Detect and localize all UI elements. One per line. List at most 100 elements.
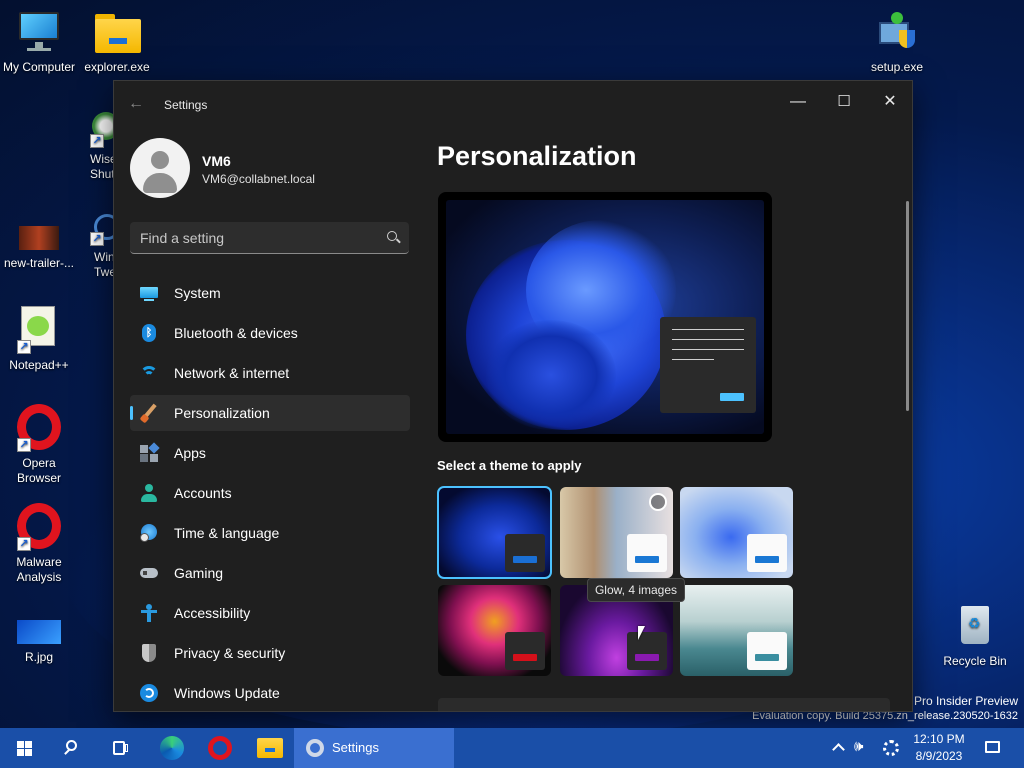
notification-icon — [985, 741, 1000, 753]
back-arrow-icon[interactable]: ← — [128, 95, 144, 113]
avatar[interactable] — [130, 138, 190, 198]
desktop-icon-label: Shut — [90, 167, 115, 181]
mouse-cursor — [638, 626, 645, 640]
update-icon — [140, 684, 158, 702]
sidebar-item-apps[interactable]: Apps — [130, 435, 410, 471]
sidebar-nav: System ᛒ Bluetooth & devices Network & i… — [130, 275, 410, 711]
sidebar-item-network[interactable]: Network & internet — [130, 355, 410, 391]
taskbar-settings-label: Settings — [332, 740, 379, 755]
shortcut-arrow-icon: ↗ — [17, 340, 31, 354]
desktop-icon-label: Notepad++ — [9, 358, 69, 372]
recycle-bin-icon: ♻ — [951, 602, 999, 650]
folder-icon — [93, 8, 141, 56]
accessibility-icon — [140, 604, 158, 622]
search-icon[interactable] — [387, 231, 397, 241]
content-scrollbar[interactable] — [906, 201, 909, 411]
title-bar[interactable]: ← Settings — ☐ ✕ — [114, 81, 912, 129]
theme-tile-windows-light[interactable] — [680, 487, 793, 578]
desktop-icon-notepad-plus-plus[interactable]: ↗ Notepad++ — [0, 306, 78, 373]
sidebar-item-privacy-security[interactable]: Privacy & security — [130, 635, 410, 671]
clock[interactable]: 12:10 PM 8/9/2023 — [909, 728, 971, 768]
theme-mini-window — [627, 534, 667, 572]
desktop-icon-label: R.jpg — [24, 650, 53, 664]
page-title: Personalization — [437, 141, 637, 171]
chevron-up-icon — [832, 743, 845, 756]
desktop-icon-label: Browser — [16, 471, 61, 485]
profile-name: VM6 — [202, 153, 231, 169]
search-input[interactable] — [140, 228, 370, 248]
shortcut-arrow-icon: ↗ — [90, 232, 104, 246]
sidebar-item-bluetooth[interactable]: ᛒ Bluetooth & devices — [130, 315, 410, 351]
theme-mini-window — [747, 632, 787, 670]
taskbar-edge-button[interactable] — [156, 728, 186, 768]
desktop-icon-opera-browser[interactable]: ↗ Opera Browser — [0, 404, 78, 486]
sidebar-item-personalization[interactable]: Personalization — [130, 395, 410, 431]
sidebar-item-accounts[interactable]: Accounts — [130, 475, 410, 511]
shortcut-arrow-icon: ↗ — [90, 134, 104, 148]
theme-tile-flow[interactable] — [680, 585, 793, 676]
bluetooth-icon: ᛒ — [140, 324, 158, 342]
start-button[interactable] — [12, 728, 40, 768]
theme-mini-window — [627, 632, 667, 670]
watermark-edition: Pro Insider Preview — [913, 694, 1018, 708]
volume-button[interactable]: 🕪 — [852, 728, 874, 768]
window-title: Settings — [164, 98, 208, 112]
sidebar-item-label: Bluetooth & devices — [174, 325, 298, 341]
sidebar-item-time-language[interactable]: Time & language — [130, 515, 410, 551]
sidebar-item-label: Personalization — [174, 405, 270, 421]
clock-date: 8/9/2023 — [915, 749, 963, 763]
taskbar-search-button[interactable] — [58, 728, 86, 768]
sidebar-item-label: Apps — [174, 445, 206, 461]
desktop-icon-malware-analysis[interactable]: ↗ Malware Analysis — [0, 503, 78, 585]
theme-mini-window — [505, 534, 545, 572]
taskbar-file-explorer-button[interactable] — [254, 728, 284, 768]
apps-icon — [140, 442, 160, 462]
desktop-icon-my-computer[interactable]: My Computer — [0, 8, 78, 75]
brush-icon — [139, 403, 158, 424]
task-view-button[interactable] — [106, 728, 134, 768]
notepad-plus-plus-icon: ↗ — [15, 306, 63, 354]
speaker-icon: 🕪 — [854, 738, 864, 755]
sidebar-item-accessibility[interactable]: Accessibility — [130, 595, 410, 631]
sidebar-item-label: Gaming — [174, 565, 224, 581]
desktop-icon-explorer[interactable]: explorer.exe — [78, 8, 156, 75]
taskbar: Settings 🕪 12:10 PM 8/9/2023 — [0, 728, 1024, 768]
edge-icon — [160, 736, 184, 760]
preview-window-card — [660, 317, 756, 413]
maximize-button[interactable]: ☐ — [821, 87, 867, 117]
desktop-icon-r-jpg[interactable]: R.jpg — [0, 616, 78, 665]
time-language-icon — [140, 524, 158, 542]
theme-tile-captured-motion[interactable] — [438, 585, 551, 676]
sidebar-item-gaming[interactable]: Gaming — [130, 555, 410, 591]
wifi-icon — [140, 364, 158, 382]
next-settings-card[interactable] — [438, 698, 890, 711]
preview-accent-button — [720, 393, 744, 401]
show-hidden-icons-button[interactable] — [830, 728, 848, 768]
tray-settings-button[interactable] — [880, 728, 902, 768]
theme-tile-windows-dark[interactable] — [437, 486, 552, 579]
installer-icon — [873, 8, 921, 56]
minimize-button[interactable]: — — [775, 87, 821, 117]
theme-tooltip: Glow, 4 images — [587, 578, 685, 602]
opera-icon — [208, 736, 232, 760]
close-button[interactable]: ✕ — [867, 87, 912, 117]
desktop-icon-label: setup.exe — [870, 60, 924, 74]
sidebar-item-label: Accessibility — [174, 605, 251, 621]
themes-section-label: Select a theme to apply — [437, 458, 582, 473]
taskbar-settings-button[interactable]: Settings — [294, 728, 454, 768]
desktop-icon-setup[interactable]: setup.exe — [858, 8, 936, 75]
desktop-icon-label: Win — [94, 250, 115, 264]
sidebar-item-system[interactable]: System — [130, 275, 410, 311]
sidebar-item-label: Accounts — [174, 485, 232, 501]
desktop-icon-win-tweaker[interactable]: ↗ Win Twe — [64, 210, 120, 280]
desktop-icon-wise-shutdown[interactable]: ↗ Wise Shut — [64, 108, 120, 182]
desktop-icon-recycle-bin[interactable]: ♻ Recycle Bin — [936, 602, 1014, 669]
notifications-button[interactable] — [982, 728, 1004, 768]
search-box[interactable] — [130, 222, 409, 254]
desktop-icon-label: explorer.exe — [84, 60, 150, 74]
sidebar-item-windows-update[interactable]: Windows Update — [130, 675, 410, 711]
shortcut-arrow-icon: ↗ — [17, 438, 31, 452]
taskbar-opera-button[interactable] — [204, 728, 234, 768]
theme-tile-spotlight[interactable] — [560, 487, 673, 578]
clock-time: 12:10 PM — [913, 732, 965, 746]
